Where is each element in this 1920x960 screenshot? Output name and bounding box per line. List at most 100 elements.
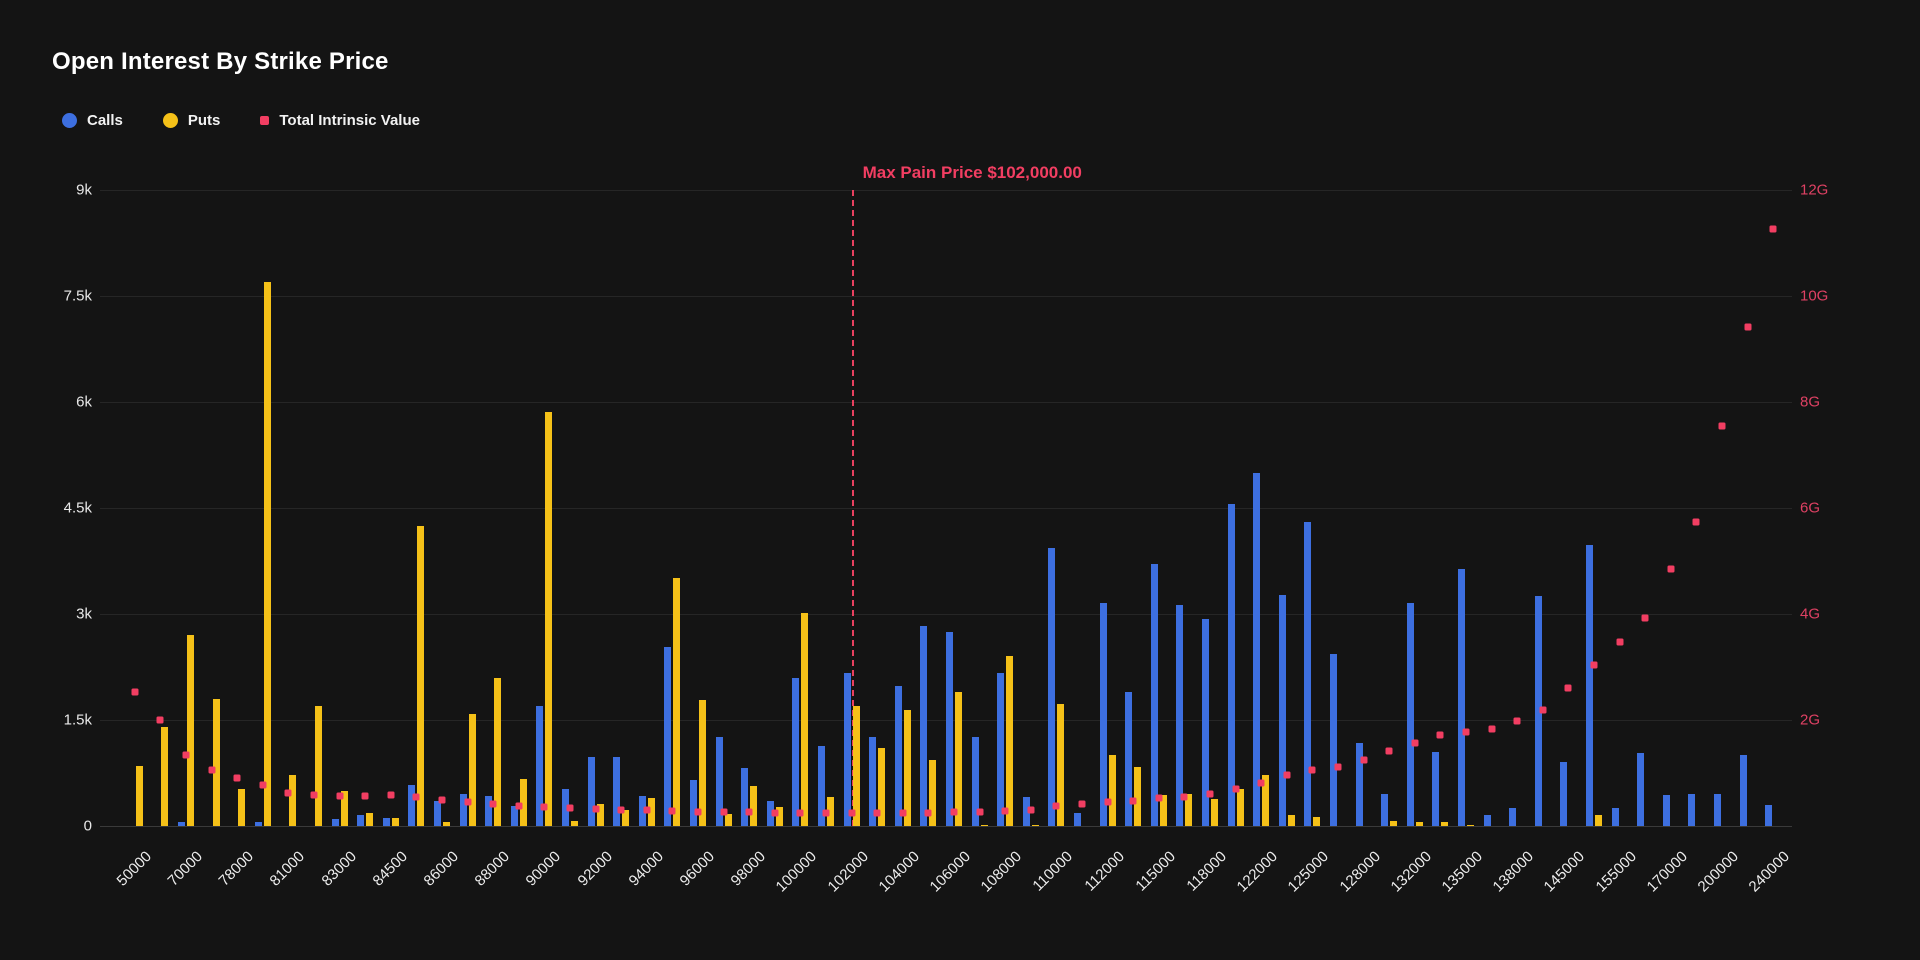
intrinsic-value-point[interactable] xyxy=(1181,794,1188,801)
put-bar[interactable] xyxy=(1313,817,1320,826)
intrinsic-value-point[interactable] xyxy=(1335,763,1342,770)
intrinsic-value-point[interactable] xyxy=(592,805,599,812)
put-bar[interactable] xyxy=(981,825,988,826)
intrinsic-value-point[interactable] xyxy=(823,810,830,817)
intrinsic-value-point[interactable] xyxy=(797,809,804,816)
intrinsic-value-point[interactable] xyxy=(1386,747,1393,754)
intrinsic-value-point[interactable] xyxy=(1437,731,1444,738)
intrinsic-value-point[interactable] xyxy=(1104,799,1111,806)
call-bar[interactable] xyxy=(1586,545,1593,826)
call-bar[interactable] xyxy=(997,673,1004,826)
call-bar[interactable] xyxy=(588,757,595,826)
intrinsic-value-point[interactable] xyxy=(490,800,497,807)
call-bar[interactable] xyxy=(1714,794,1721,826)
intrinsic-value-point[interactable] xyxy=(285,789,292,796)
intrinsic-value-point[interactable] xyxy=(131,688,138,695)
intrinsic-value-point[interactable] xyxy=(1719,422,1726,429)
call-bar[interactable] xyxy=(255,822,262,826)
put-bar[interactable] xyxy=(853,706,860,826)
intrinsic-value-point[interactable] xyxy=(771,809,778,816)
intrinsic-value-point[interactable] xyxy=(234,775,241,782)
intrinsic-value-point[interactable] xyxy=(669,808,676,815)
intrinsic-value-point[interactable] xyxy=(976,808,983,815)
intrinsic-value-point[interactable] xyxy=(515,802,522,809)
call-bar[interactable] xyxy=(408,785,415,826)
call-bar[interactable] xyxy=(1765,805,1772,826)
intrinsic-value-point[interactable] xyxy=(1155,795,1162,802)
intrinsic-value-point[interactable] xyxy=(336,792,343,799)
intrinsic-value-point[interactable] xyxy=(183,751,190,758)
call-bar[interactable] xyxy=(1381,794,1388,826)
intrinsic-value-point[interactable] xyxy=(567,804,574,811)
call-bar[interactable] xyxy=(664,647,671,826)
put-bar[interactable] xyxy=(264,282,271,826)
call-bar[interactable] xyxy=(1509,808,1516,826)
call-bar[interactable] xyxy=(690,780,697,826)
intrinsic-value-point[interactable] xyxy=(874,810,881,817)
call-bar[interactable] xyxy=(613,757,620,826)
intrinsic-value-point[interactable] xyxy=(1770,225,1777,232)
intrinsic-value-point[interactable] xyxy=(1411,740,1418,747)
intrinsic-value-point[interactable] xyxy=(1463,728,1470,735)
intrinsic-value-point[interactable] xyxy=(899,809,906,816)
call-bar[interactable] xyxy=(1048,548,1055,826)
put-bar[interactable] xyxy=(392,818,399,826)
intrinsic-value-point[interactable] xyxy=(1591,661,1598,668)
intrinsic-value-point[interactable] xyxy=(1642,615,1649,622)
call-bar[interactable] xyxy=(1612,808,1619,826)
put-bar[interactable] xyxy=(1211,799,1218,826)
put-bar[interactable] xyxy=(725,814,732,826)
put-bar[interactable] xyxy=(238,789,245,826)
call-bar[interactable] xyxy=(1637,753,1644,826)
call-bar[interactable] xyxy=(332,819,339,826)
put-bar[interactable] xyxy=(469,714,476,826)
put-bar[interactable] xyxy=(315,706,322,826)
put-bar[interactable] xyxy=(1416,822,1423,826)
intrinsic-value-point[interactable] xyxy=(1514,717,1521,724)
call-bar[interactable] xyxy=(741,768,748,826)
call-bar[interactable] xyxy=(1330,654,1337,826)
call-bar[interactable] xyxy=(1663,795,1670,826)
call-bar[interactable] xyxy=(895,686,902,826)
put-bar[interactable] xyxy=(366,813,373,826)
intrinsic-value-point[interactable] xyxy=(1693,519,1700,526)
put-bar[interactable] xyxy=(1390,821,1397,826)
call-bar[interactable] xyxy=(1432,752,1439,826)
intrinsic-value-point[interactable] xyxy=(1207,791,1214,798)
intrinsic-value-point[interactable] xyxy=(695,808,702,815)
intrinsic-value-point[interactable] xyxy=(1053,803,1060,810)
intrinsic-value-point[interactable] xyxy=(746,809,753,816)
intrinsic-value-point[interactable] xyxy=(1130,798,1137,805)
intrinsic-value-point[interactable] xyxy=(1079,800,1086,807)
call-bar[interactable] xyxy=(920,626,927,826)
intrinsic-value-point[interactable] xyxy=(951,809,958,816)
call-bar[interactable] xyxy=(1560,762,1567,826)
put-bar[interactable] xyxy=(1109,755,1116,826)
put-bar[interactable] xyxy=(1467,825,1474,826)
legend-item-calls[interactable]: Calls xyxy=(62,112,123,129)
intrinsic-value-point[interactable] xyxy=(1002,808,1009,815)
call-bar[interactable] xyxy=(1125,692,1132,826)
intrinsic-value-point[interactable] xyxy=(362,792,369,799)
put-bar[interactable] xyxy=(443,822,450,826)
intrinsic-value-point[interactable] xyxy=(387,792,394,799)
call-bar[interactable] xyxy=(792,678,799,826)
put-bar[interactable] xyxy=(161,727,168,826)
call-bar[interactable] xyxy=(434,801,441,826)
intrinsic-value-point[interactable] xyxy=(1309,766,1316,773)
call-bar[interactable] xyxy=(1151,564,1158,826)
call-bar[interactable] xyxy=(1279,595,1286,826)
put-bar[interactable] xyxy=(1006,656,1013,826)
put-bar[interactable] xyxy=(1441,822,1448,826)
put-bar[interactable] xyxy=(1288,815,1295,826)
intrinsic-value-point[interactable] xyxy=(720,809,727,816)
intrinsic-value-point[interactable] xyxy=(413,793,420,800)
call-bar[interactable] xyxy=(946,632,953,826)
intrinsic-value-point[interactable] xyxy=(1360,756,1367,763)
put-bar[interactable] xyxy=(571,821,578,826)
call-bar[interactable] xyxy=(1228,504,1235,826)
intrinsic-value-point[interactable] xyxy=(311,792,318,799)
intrinsic-value-point[interactable] xyxy=(1744,323,1751,330)
put-bar[interactable] xyxy=(187,635,194,826)
call-bar[interactable] xyxy=(1176,605,1183,826)
